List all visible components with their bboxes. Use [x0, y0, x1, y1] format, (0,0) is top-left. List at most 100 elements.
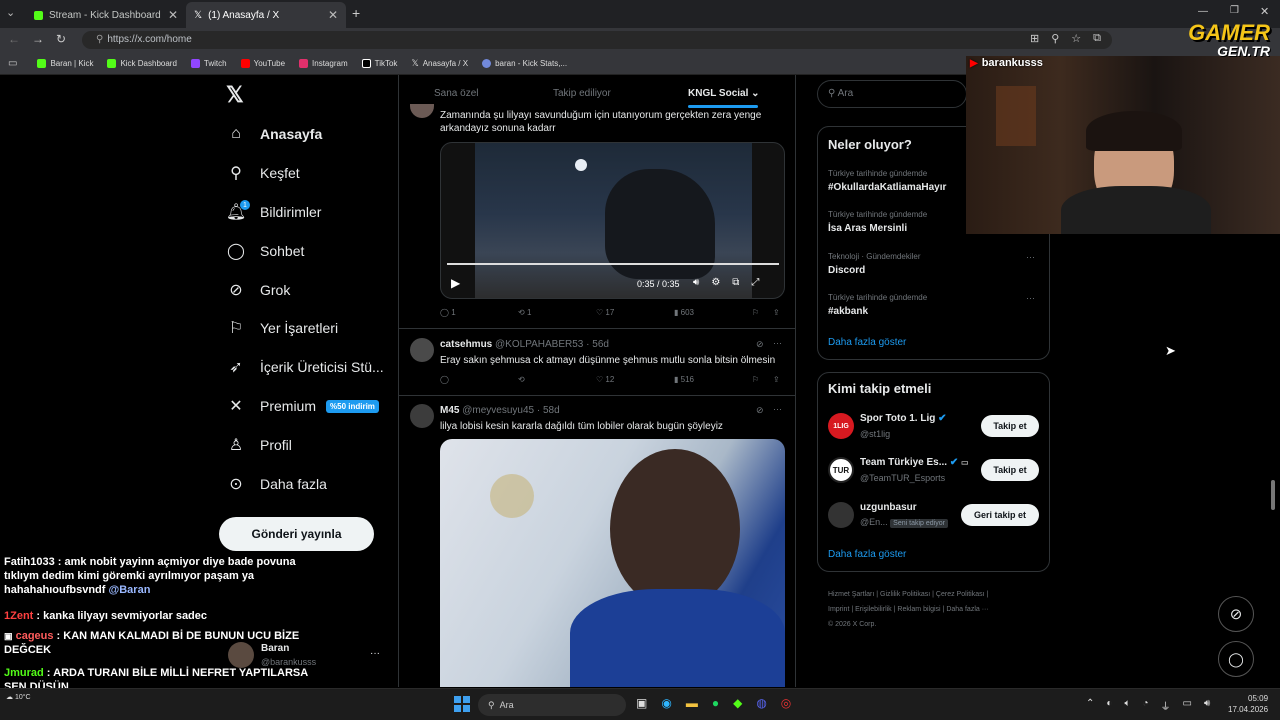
play-icon[interactable]: ▶	[451, 276, 460, 290]
grok-icon[interactable]: ⊘	[756, 405, 764, 416]
close-icon[interactable]: ✕	[168, 8, 178, 22]
extensions-icon[interactable]: ⧉	[1093, 32, 1101, 45]
kick-app-icon[interactable]: ◆	[733, 696, 742, 710]
edge-icon[interactable]: ◉	[661, 696, 671, 710]
window-close-icon[interactable]: ✕	[1260, 5, 1269, 18]
reload-icon[interactable]: ↻	[56, 32, 66, 46]
more-icon[interactable]: ···	[773, 338, 782, 348]
repost-button[interactable]: ⟲	[518, 375, 525, 384]
translate-icon[interactable]: ⊞	[1030, 32, 1039, 45]
avatar[interactable]: TUR	[828, 457, 854, 483]
tweet-video[interactable]: ▶ 0:35 / 0:35 🔊︎ ⚙ ⧉ ⤢	[440, 142, 785, 299]
nav-item-notifications[interactable]: 🔔︎ 1 Bildirimler	[226, 197, 321, 227]
trend-more-icon[interactable]: ···	[1026, 252, 1035, 262]
settings-icon[interactable]: ⚙	[711, 277, 720, 288]
nav-item-more[interactable]: ⊙ Daha fazla	[226, 469, 327, 499]
reply-button[interactable]: ◯ 1	[440, 308, 456, 317]
close-icon[interactable]: ✕	[328, 8, 338, 22]
footer-link[interactable]: Gizlilik Politikası	[880, 591, 930, 598]
discord-icon[interactable]: ◍	[756, 696, 766, 710]
messages-fab-button[interactable]: ◯	[1218, 641, 1254, 677]
minimize-icon[interactable]: —	[1198, 6, 1208, 17]
nav-item-creator-studio[interactable]: ➶ İçerik Üreticisi Stü...	[226, 352, 383, 382]
bookmark-item[interactable]: Kick Dashboard	[107, 58, 177, 68]
back-icon[interactable]: ←	[8, 32, 20, 46]
suggested-account-name[interactable]: uzgunbasur	[860, 502, 917, 513]
star-icon[interactable]: ☆	[1071, 32, 1081, 45]
like-button[interactable]: ♡ 17	[596, 308, 614, 317]
bookmark-item[interactable]: TikTok	[361, 58, 397, 68]
trend-item[interactable]: Teknoloji · Gündemdekiler Discord	[828, 252, 921, 276]
footer-link[interactable]: Hizmet Şartları	[828, 591, 874, 598]
trend-item[interactable]: Türkiye tarihinde gündemde #OkullardaKat…	[828, 169, 946, 193]
repost-button[interactable]: ⟲ 1	[518, 308, 531, 317]
nav-item-profile[interactable]: ♙ Profil	[226, 430, 292, 460]
tab-kick-dashboard[interactable]: Stream - Kick Dashboard ✕	[26, 2, 186, 28]
clock[interactable]: 05:09 17.04.2026	[1228, 693, 1268, 715]
more-icon[interactable]: ···	[773, 404, 782, 414]
bookmark-icon[interactable]: ⚐	[752, 375, 759, 384]
footer-link[interactable]: Reklam bilgisi	[897, 606, 940, 613]
share-icon[interactable]: ⇪	[773, 375, 780, 384]
new-tab-button[interactable]: +	[352, 5, 360, 21]
microphone-icon[interactable]: ⏚	[1160, 698, 1170, 713]
tab-following[interactable]: Takip ediliyor	[553, 88, 611, 99]
chevron-up-icon[interactable]: ⌃	[1086, 698, 1094, 713]
tray-app-icon[interactable]: ◔	[1142, 698, 1148, 713]
file-explorer-icon[interactable]: ▬	[686, 696, 698, 710]
who-to-follow-show-more-link[interactable]: Daha fazla göster	[828, 549, 906, 560]
grok-icon[interactable]: ⊘	[756, 339, 764, 350]
forward-icon[interactable]: →	[32, 32, 44, 46]
follow-button[interactable]: Takip et	[981, 415, 1039, 437]
share-icon[interactable]: ⇪	[773, 308, 780, 317]
views-count[interactable]: ▮ 516	[674, 375, 694, 384]
nav-item-explore[interactable]: ⚲ Keşfet	[226, 158, 300, 188]
avatar[interactable]	[410, 338, 434, 362]
spotify-icon[interactable]: ●	[712, 696, 719, 710]
bookmark-item[interactable]: Instagram	[299, 58, 348, 68]
follow-button[interactable]: Takip et	[981, 459, 1039, 481]
weather-widget[interactable]: ☁ 10°C	[6, 693, 31, 701]
search-input[interactable]: ⚲ Ara	[817, 80, 967, 108]
footer-link[interactable]: Erişilebilirlik	[855, 606, 892, 613]
bookmark-icon[interactable]: ⚐	[752, 308, 759, 317]
zoom-icon[interactable]: ⚲	[1051, 32, 1059, 45]
post-button[interactable]: Gönderi yayınla	[219, 517, 374, 551]
url-input[interactable]: ⚲ https://x.com/home	[82, 31, 1112, 49]
tab-kngl-social[interactable]: KNGL Social ⌄	[688, 88, 760, 99]
volume-icon[interactable]: 🔊︎	[693, 277, 699, 288]
tweet-image[interactable]	[440, 439, 785, 687]
network-icon[interactable]: ▭	[1182, 698, 1191, 713]
fullscreen-icon[interactable]: ⤢	[751, 277, 759, 288]
bookmark-item[interactable]: Twitch	[190, 58, 227, 68]
account-menu-icon[interactable]: ···	[370, 648, 380, 659]
suggested-account-name[interactable]: Spor Toto 1. Lig ✔	[860, 413, 947, 424]
pip-icon[interactable]: ⧉	[732, 277, 739, 288]
start-button[interactable]	[454, 696, 470, 712]
trend-more-icon[interactable]: ···	[1026, 293, 1035, 303]
footer-link[interactable]: Daha fazla ···	[946, 606, 988, 613]
x-logo-icon[interactable]: 𝕏	[226, 82, 244, 108]
nav-item-premium[interactable]: ✕ Premium %50 indirim	[226, 391, 379, 421]
views-count[interactable]: ▮ 603	[674, 308, 694, 317]
suggested-account-name[interactable]: Team Türkiye Es... ✔ ▭	[860, 457, 969, 468]
chrome-icon[interactable]: ◎	[781, 696, 791, 710]
trend-item[interactable]: Türkiye tarihinde gündemde İsa Aras Mers…	[828, 210, 927, 234]
nav-item-chat[interactable]: ◯ Sohbet	[226, 236, 304, 266]
like-button[interactable]: ♡ 12	[596, 375, 614, 384]
author-name[interactable]: catsehmus	[440, 339, 492, 350]
volume-icon[interactable]: 🔊︎	[1204, 698, 1210, 713]
taskbar-search[interactable]: ⚲ Ara	[478, 694, 626, 716]
nav-item-grok[interactable]: ⊘ Grok	[226, 275, 290, 305]
bookmark-item[interactable]: YouTube	[240, 58, 285, 68]
maximize-icon[interactable]: ❐	[1230, 5, 1239, 16]
footer-link[interactable]: Imprint	[828, 606, 849, 613]
tab-for-you[interactable]: Sana özel	[434, 88, 478, 99]
video-progress[interactable]	[447, 263, 779, 265]
task-view-icon[interactable]: ▣	[636, 696, 647, 710]
nav-item-bookmarks[interactable]: ⚐ Yer İşaretleri	[226, 313, 338, 343]
avatar[interactable]: 1LIG	[828, 413, 854, 439]
bookmark-item[interactable]: baran - Kick Stats,...	[482, 58, 567, 68]
tab-list-icon[interactable]: ⌄	[6, 6, 15, 19]
grok-fab-button[interactable]: ⊘	[1218, 596, 1254, 632]
